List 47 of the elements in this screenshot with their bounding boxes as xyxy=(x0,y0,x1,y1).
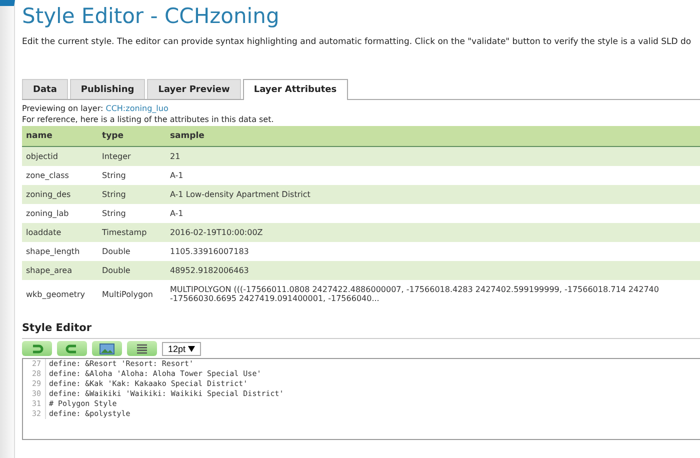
table-cell: MultiPolygon xyxy=(98,280,166,308)
table-cell: 21 xyxy=(166,146,700,166)
caret-icon xyxy=(188,346,196,352)
font-size-select[interactable]: 12pt xyxy=(162,342,202,356)
table-cell: objectid xyxy=(22,146,98,166)
reference-note: For reference, here is a listing of the attributes in this data set. xyxy=(22,115,275,124)
table-cell: 1105.33916007183 xyxy=(166,242,700,261)
preview-label: Previewing on layer: xyxy=(22,104,104,113)
tab[interactable]: Layer Attributes xyxy=(242,79,348,100)
table-cell: loaddate xyxy=(22,223,98,242)
table-cell: zoning_des xyxy=(22,185,98,204)
table-cell: zone_class xyxy=(22,166,98,185)
format-button[interactable] xyxy=(127,341,157,356)
tab[interactable]: Publishing xyxy=(70,79,146,99)
image-button[interactable] xyxy=(92,341,122,356)
column-header: name xyxy=(22,126,98,146)
table-cell: 2016-02-19T10:00:00Z xyxy=(166,223,700,242)
table-cell: A-1 xyxy=(166,166,700,185)
table-cell: A-1 Low-density Apartment District xyxy=(166,185,700,204)
table-cell: shape_area xyxy=(22,261,98,280)
table-cell: 48952.9182006463 xyxy=(166,261,700,280)
undo-button[interactable] xyxy=(22,341,52,356)
table-cell: MULTIPOLYGON (((-17566011.0808 2427422.4886000007, -17566018.4283 2427402.599199999, -17566018.714 242740 -17566030.6695 2427419.091400001, -17566040... xyxy=(166,280,700,308)
table-cell: Integer xyxy=(98,146,166,166)
lines-icon xyxy=(136,344,148,354)
layer-link[interactable]: CCH:zoning_luo xyxy=(106,104,168,113)
redo-button[interactable] xyxy=(57,341,87,356)
page-title: Style Editor - CCHzoning xyxy=(22,4,280,28)
table-cell: String xyxy=(98,166,166,185)
table-cell: A-1 xyxy=(166,204,700,223)
table-cell: Timestamp xyxy=(98,223,166,242)
table-cell: shape_length xyxy=(22,242,98,261)
section-heading: Style Editor xyxy=(22,322,93,334)
table-cell: Double xyxy=(98,242,166,261)
tab[interactable]: Layer Preview xyxy=(147,79,241,99)
column-header: sample xyxy=(166,126,700,146)
column-header: type xyxy=(98,126,166,146)
table-cell: String xyxy=(98,204,166,223)
tab[interactable]: Data xyxy=(22,79,68,99)
table-cell: Double xyxy=(98,261,166,280)
table-cell: String xyxy=(98,185,166,204)
table-cell: zoning_lab xyxy=(22,204,98,223)
image-icon xyxy=(99,342,115,354)
description-text: Edit the current style. The editor can provide syntax highlighting and automatic formatting. Click on the "validate" button to verify the style is a valid SLD do xyxy=(22,37,692,47)
redo-icon xyxy=(65,344,79,354)
undo-icon xyxy=(30,344,44,354)
table-cell: wkb_geometry xyxy=(22,280,98,308)
